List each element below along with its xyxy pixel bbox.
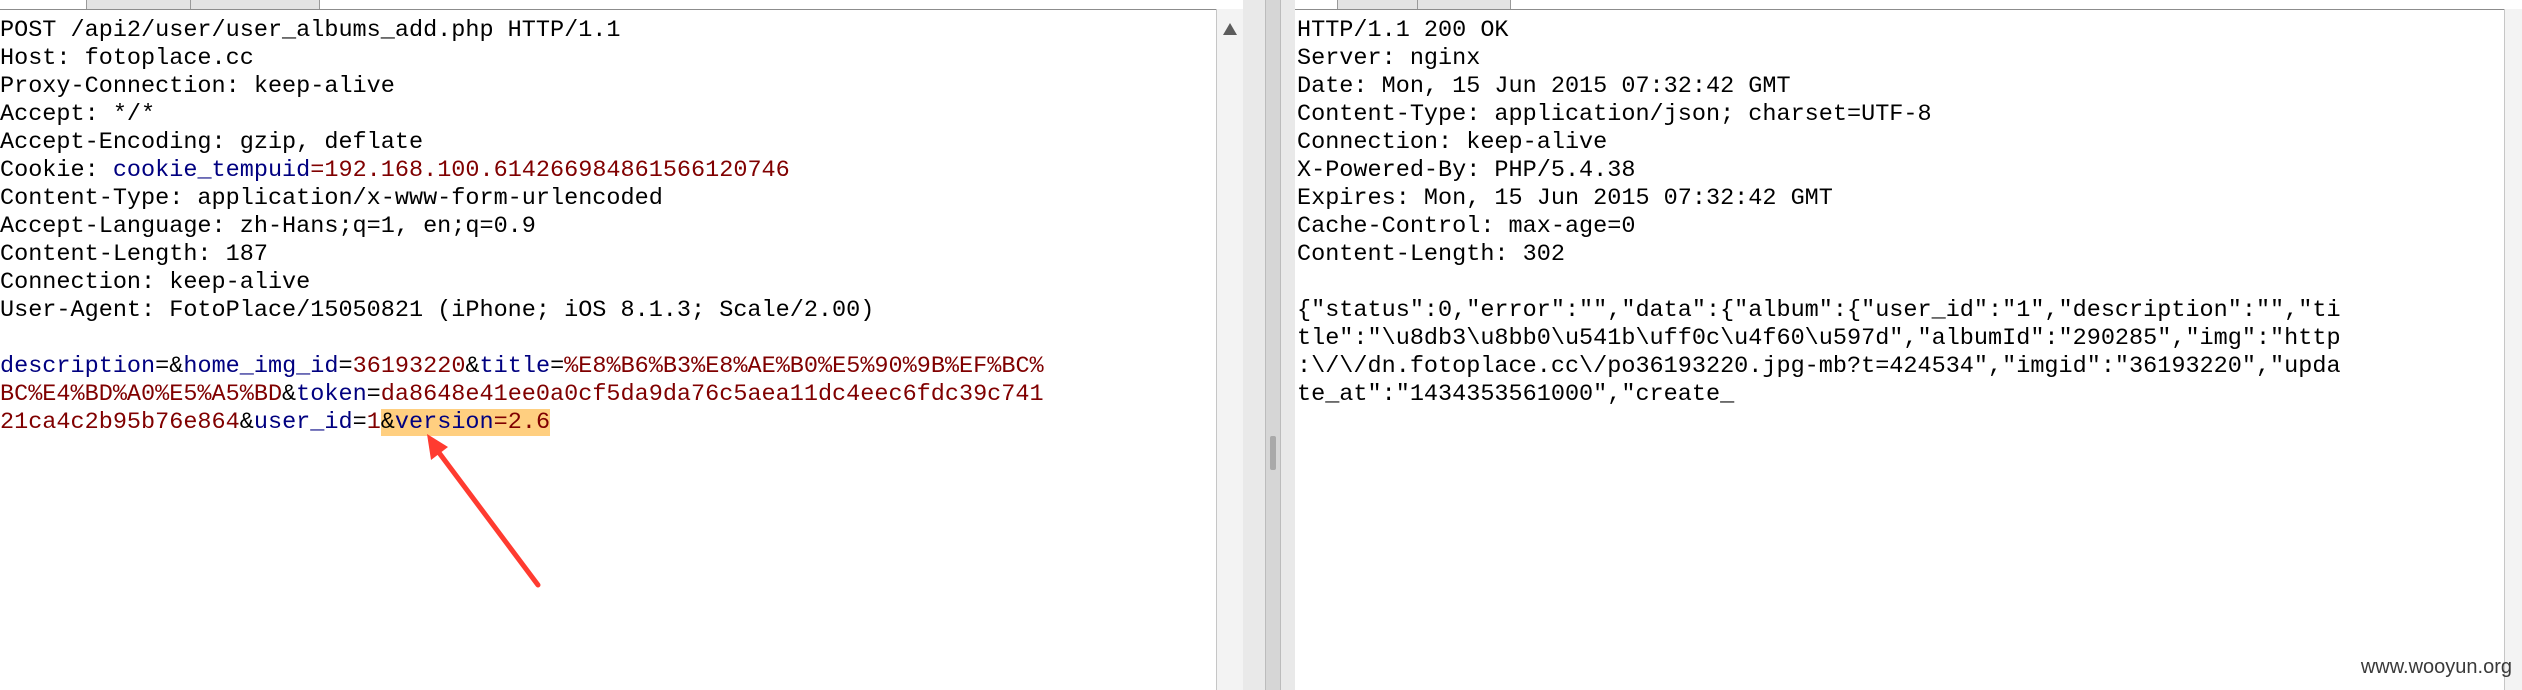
watermark: www.wooyun.org xyxy=(2360,656,2512,678)
red-arrow-icon xyxy=(427,434,541,588)
